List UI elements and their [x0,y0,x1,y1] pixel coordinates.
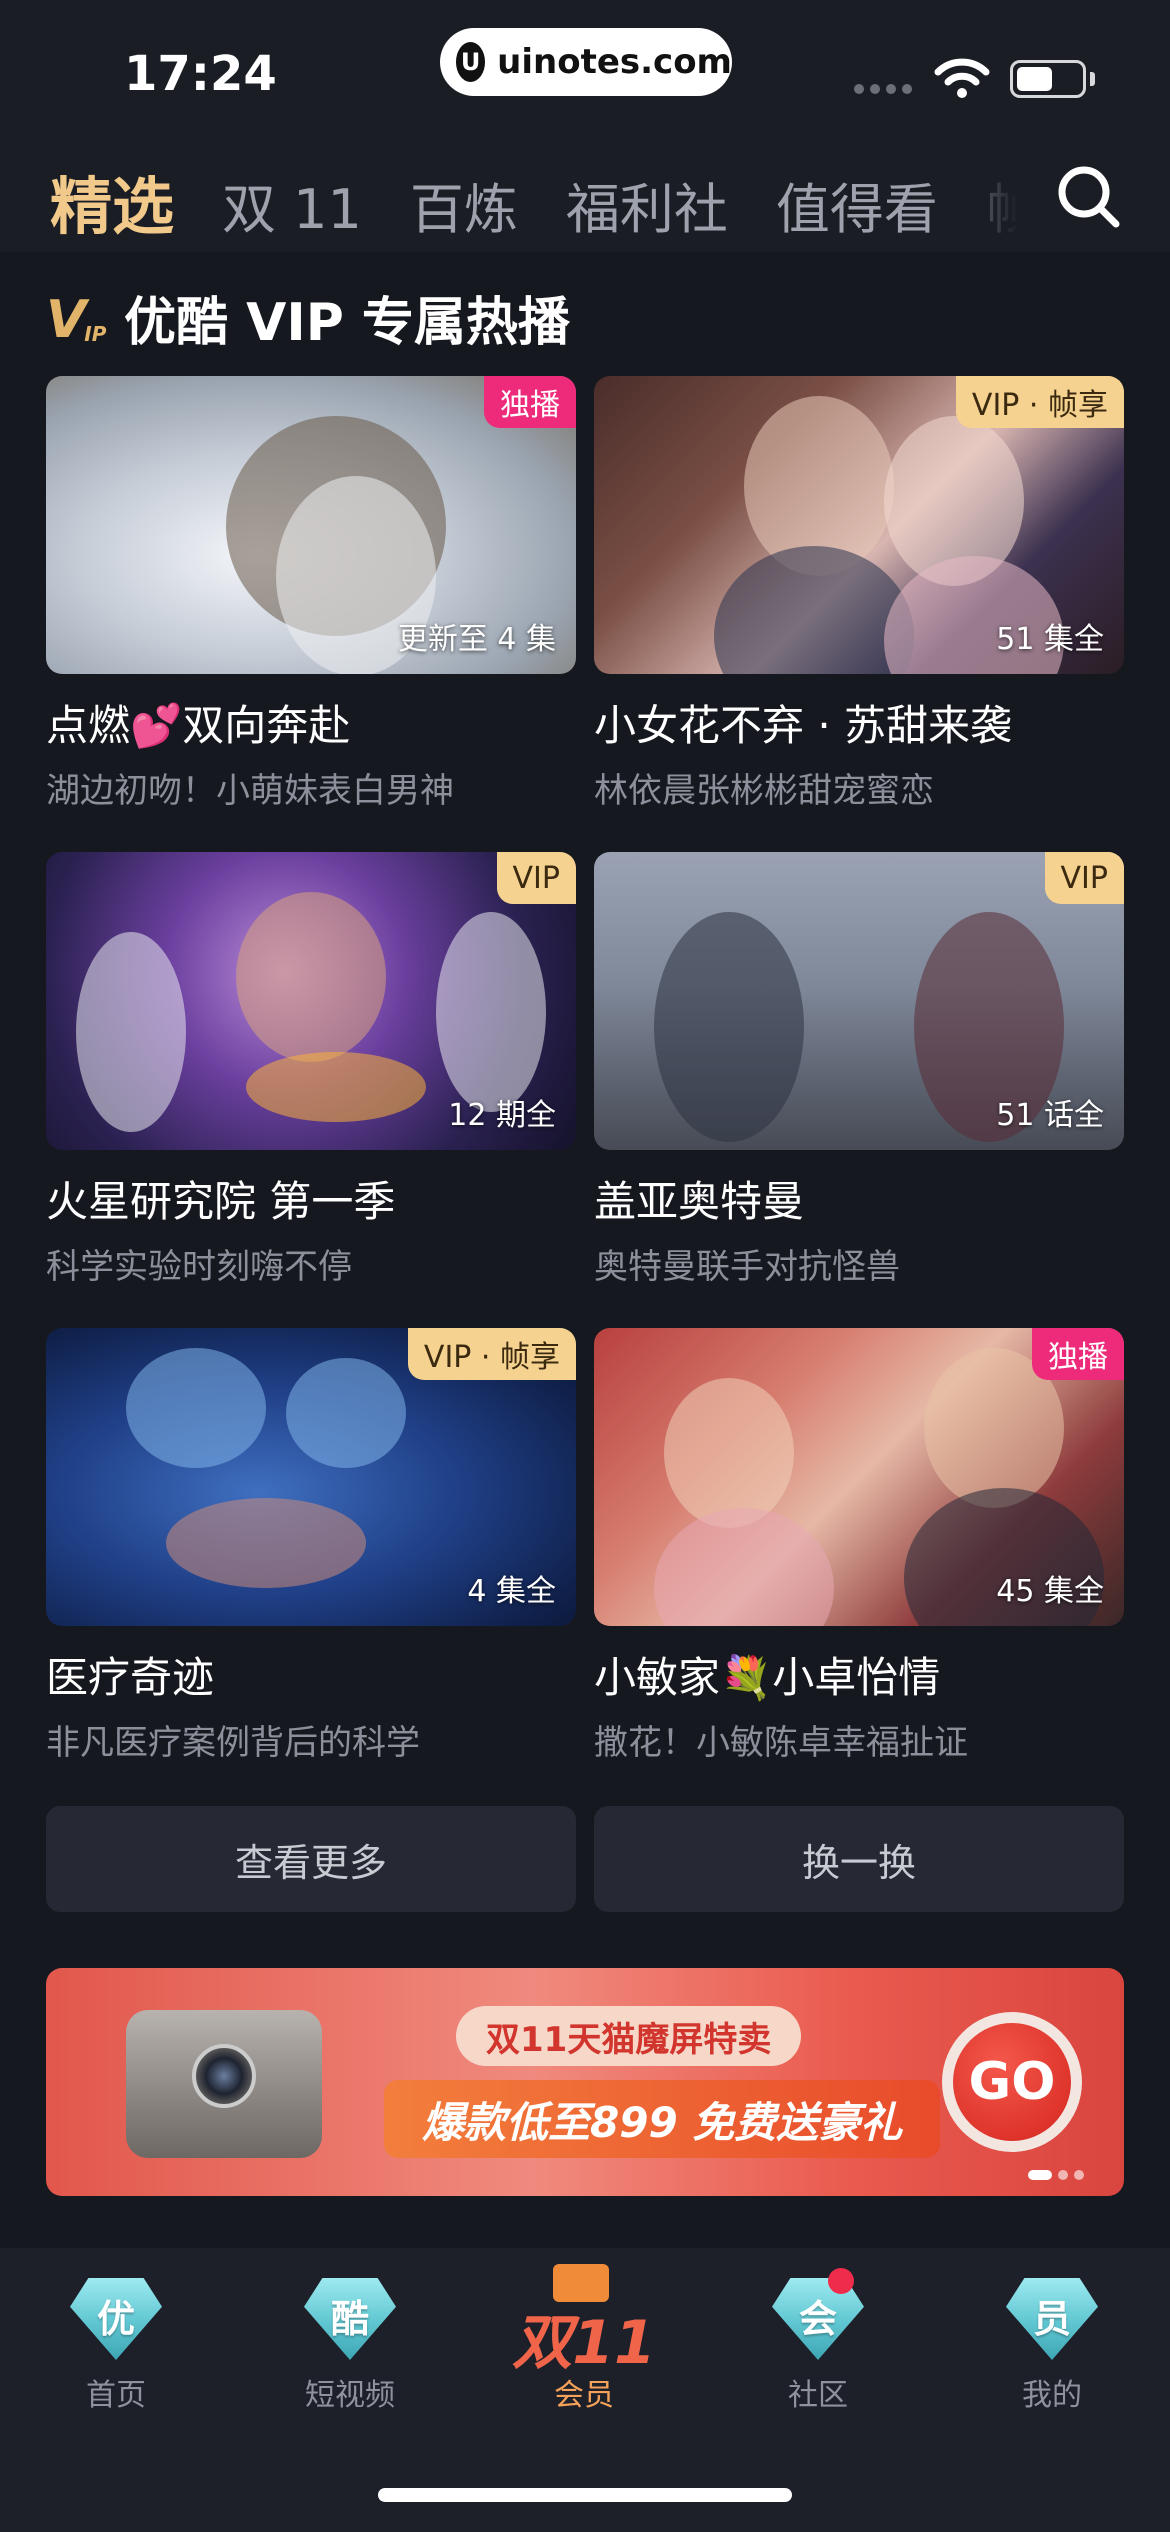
pager-dot [1058,2170,1068,2180]
tab-bailian[interactable]: 百炼 [410,165,518,244]
community-icon: 会 [772,2268,864,2360]
episode-count: 12 期全 [448,1098,556,1133]
status-time: 17:24 [124,46,277,102]
wifi-icon [934,58,990,98]
refresh-button[interactable]: 换一换 [594,1806,1124,1912]
tab-double11[interactable]: 双 11 [222,165,362,244]
category-tabs: 精选 双 11 百炼 福利社 值得看 帧 [50,156,1020,246]
video-thumbnail[interactable]: 独播 45 集全 [594,1328,1124,1626]
home-indicator[interactable] [378,2488,792,2502]
url-text: uinotes.com [497,42,732,82]
vip-logo-ip: IP [84,321,107,346]
short-video-icon: 酷 [304,2278,396,2360]
projector-icon [126,2010,322,2158]
tab-featured[interactable]: 精选 [50,156,174,246]
nav-short-video-label: 短视频 [305,2378,395,2413]
projector-lens [192,2044,256,2108]
episode-count: 51 集全 [996,622,1104,657]
vip-badge: VIP · 帧享 [955,376,1124,428]
video-title: 医疗奇迹 [46,1653,215,1702]
video-title: 火星研究院 第一季 [46,1177,396,1226]
nav-mine-label: 我的 [1022,2378,1082,2413]
pager-dot [1074,2170,1084,2180]
battery-icon [1010,60,1086,98]
go-label: GO [953,2023,1071,2141]
cellular-signal-icon [854,84,912,94]
battery-level [1017,67,1052,91]
exclusive-badge: 独播 [484,376,576,428]
vip-logo-v: V [46,289,87,350]
video-thumbnail[interactable]: 独播 更新至 4 集 [46,376,576,674]
video-subtitle: 林依晨张彬彬甜宠蜜恋 [594,771,934,811]
pager-dot-active [1028,2170,1052,2180]
banner-headline: 双11天猫魔屏特卖 [456,2006,802,2066]
video-card[interactable]: 独播 45 集全 小敏家💐小卓怡情 撒花！小敏陈卓幸福扯证 [594,1328,1124,1764]
home-icon: 优 [70,2278,162,2360]
video-title: 小敏家💐小卓怡情 [594,1653,941,1702]
banner-offer: 爆款低至899 免费送豪礼 [384,2080,941,2158]
double11-icon: 双11 [509,2264,659,2378]
episode-count: 4 集全 [467,1574,556,1609]
view-more-button[interactable]: 查看更多 [46,1806,576,1912]
video-subtitle: 科学实验时刻嗨不停 [46,1247,352,1287]
double11-label: 双11 [512,2308,656,2378]
video-card[interactable]: VIP · 帧享 4 集全 医疗奇迹 非凡医疗案例背后的科学 [46,1328,576,1764]
video-thumbnail[interactable]: VIP 51 话全 [594,852,1124,1150]
episode-count: 45 集全 [996,1574,1104,1609]
video-title: 盖亚奥特曼 [594,1177,805,1226]
video-card[interactable]: 独播 更新至 4 集 点燃💕双向奔赴 湖边初吻！小萌妹表白男神 [46,376,576,812]
video-thumbnail[interactable]: VIP · 帧享 4 集全 [46,1328,576,1626]
vip-logo-icon: V IP [46,289,106,350]
tab-worth-watching[interactable]: 值得看 [776,165,938,244]
promo-banner[interactable]: 双11天猫魔屏特卖 爆款低至899 免费送豪礼 GO [46,1968,1124,2196]
nav-mine[interactable]: 员 我的 [962,2278,1142,2414]
profile-icon: 员 [1006,2278,1098,2360]
video-thumbnail[interactable]: VIP · 帧享 51 集全 [594,376,1124,674]
video-subtitle: 非凡医疗案例背后的科学 [46,1723,420,1763]
search-icon[interactable] [1054,162,1122,230]
banner-pager [1028,2170,1084,2180]
nav-member[interactable]: 双11 会员 [494,2264,674,2414]
battery-tip [1090,72,1095,86]
status-bar: 17:24 U uinotes.com [0,0,1170,140]
video-title: 点燃💕双向奔赴 [46,701,351,750]
video-card[interactable]: VIP 51 话全 盖亚奥特曼 奥特曼联手对抗怪兽 [594,852,1124,1288]
url-pill[interactable]: U uinotes.com [440,28,732,96]
video-thumbnail[interactable]: VIP 12 期全 [46,852,576,1150]
episode-count: 51 话全 [996,1098,1104,1133]
video-subtitle: 湖边初吻！小萌妹表白男神 [46,771,454,811]
tab-welfare[interactable]: 福利社 [566,165,728,244]
tabs-fade [930,140,1040,252]
video-subtitle: 撒花！小敏陈卓幸福扯证 [594,1723,968,1763]
nav-home[interactable]: 优 首页 [26,2278,206,2414]
nav-community[interactable]: 会 社区 [728,2268,908,2414]
section-header: V IP 优酷 VIP 专属热播 [46,280,570,355]
notification-dot [828,2268,854,2294]
episode-count: 更新至 4 集 [397,622,556,657]
video-title: 小女花不弃 · 苏甜来袭 [594,701,1013,750]
site-logo-icon: U [456,42,486,82]
video-subtitle: 奥特曼联手对抗怪兽 [594,1247,900,1287]
top-nav: 精选 双 11 百炼 福利社 值得看 帧 [0,140,1170,252]
nav-community-label: 社区 [788,2378,848,2413]
vip-badge: VIP · 帧享 [407,1328,576,1380]
section-title: 优酷 VIP 专属热播 [124,293,570,353]
vip-badge: VIP [1044,852,1124,904]
nav-home-label: 首页 [86,2378,146,2413]
banner-go-button[interactable]: GO [942,2012,1082,2152]
vip-badge: VIP [496,852,576,904]
nav-short-video[interactable]: 酷 短视频 [260,2278,440,2414]
video-card[interactable]: VIP 12 期全 火星研究院 第一季 科学实验时刻嗨不停 [46,852,576,1288]
exclusive-badge: 独播 [1032,1328,1124,1380]
video-card[interactable]: VIP · 帧享 51 集全 小女花不弃 · 苏甜来袭 林依晨张彬彬甜宠蜜恋 [594,376,1124,812]
